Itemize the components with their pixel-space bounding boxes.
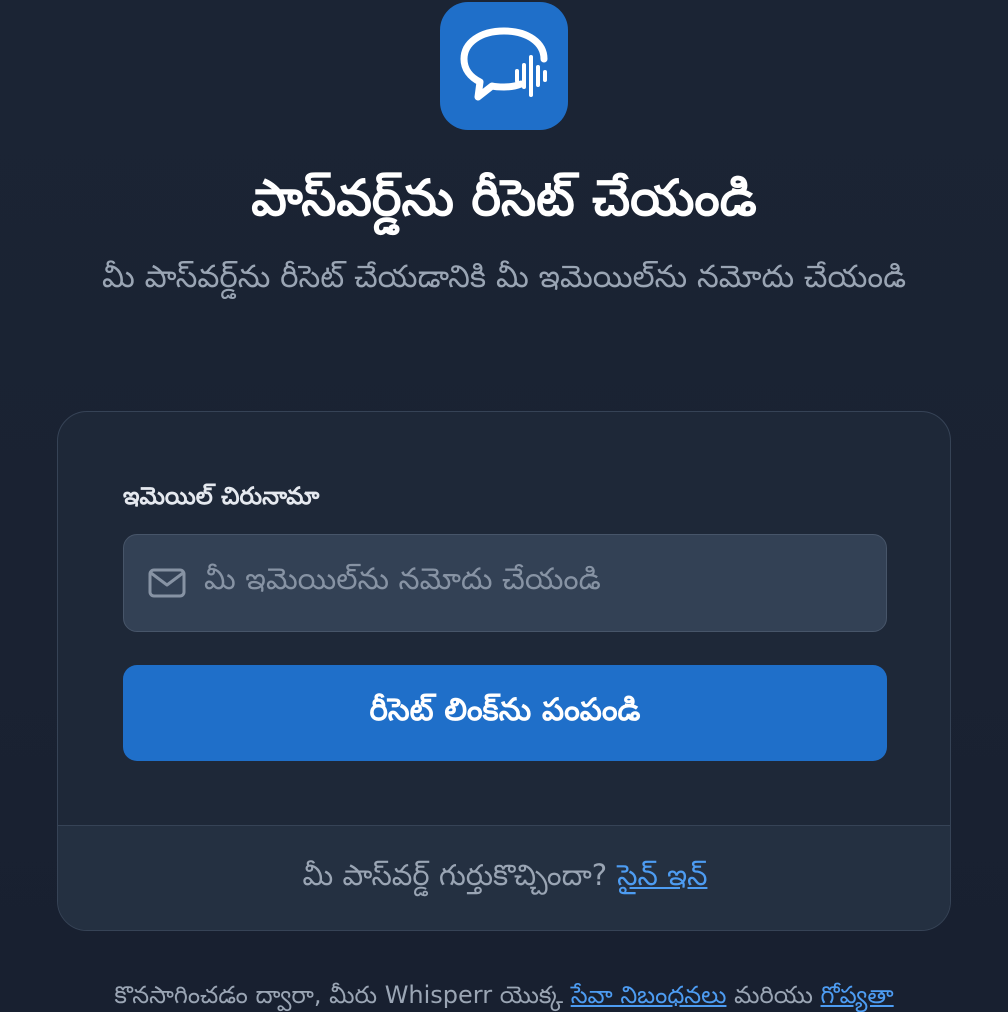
- page-subtitle: మీ పాస్‌వర్డ్‌ను రీసెట్ చేయడానికి మీ ఇమె…: [101, 259, 907, 295]
- send-reset-link-button[interactable]: రీసెట్ లింక్‌ను పంపండి: [123, 665, 887, 761]
- email-field[interactable]: మీ ఇమెయిల్‌ను నమోదు చేయండి: [123, 534, 887, 632]
- email-placeholder: మీ ఇమెయిల్‌ను నమోదు చేయండి: [204, 562, 601, 597]
- terms-link[interactable]: సేవా నిబంధనలు: [571, 981, 727, 1009]
- legal-and: మరియు: [734, 981, 813, 1009]
- signin-prompt: మీ పాస్‌వర్డ్ గుర్తుకొచ్చిందా? సైన్ ఇన్: [58, 825, 950, 930]
- privacy-link[interactable]: గోప్యతా: [821, 981, 894, 1009]
- mail-icon: [148, 568, 186, 598]
- signin-link[interactable]: సైన్ ఇన్: [617, 858, 707, 900]
- app-logo: [440, 2, 568, 130]
- chat-bubble-waveform-icon: [460, 27, 548, 101]
- signin-prompt-text: మీ పాస్‌వర్డ్ గుర్తుకొచ్చిందా?: [302, 858, 608, 892]
- page-title: పాస్‌వర్డ్‌ను రీసెట్ చేయండి: [251, 169, 757, 227]
- legal-prefix: కొనసాగించడం ద్వారా, మీరు Whisperr యొక్క: [114, 981, 564, 1009]
- email-label: ఇమెయిల్ చిరునామా: [123, 482, 320, 510]
- reset-card: ఇమెయిల్ చిరునామా మీ ఇమెయిల్‌ను నమోదు చేయ…: [57, 411, 951, 931]
- legal-notice: కొనసాగించడం ద్వారా, మీరు Whisperr యొక్క …: [0, 975, 1008, 1012]
